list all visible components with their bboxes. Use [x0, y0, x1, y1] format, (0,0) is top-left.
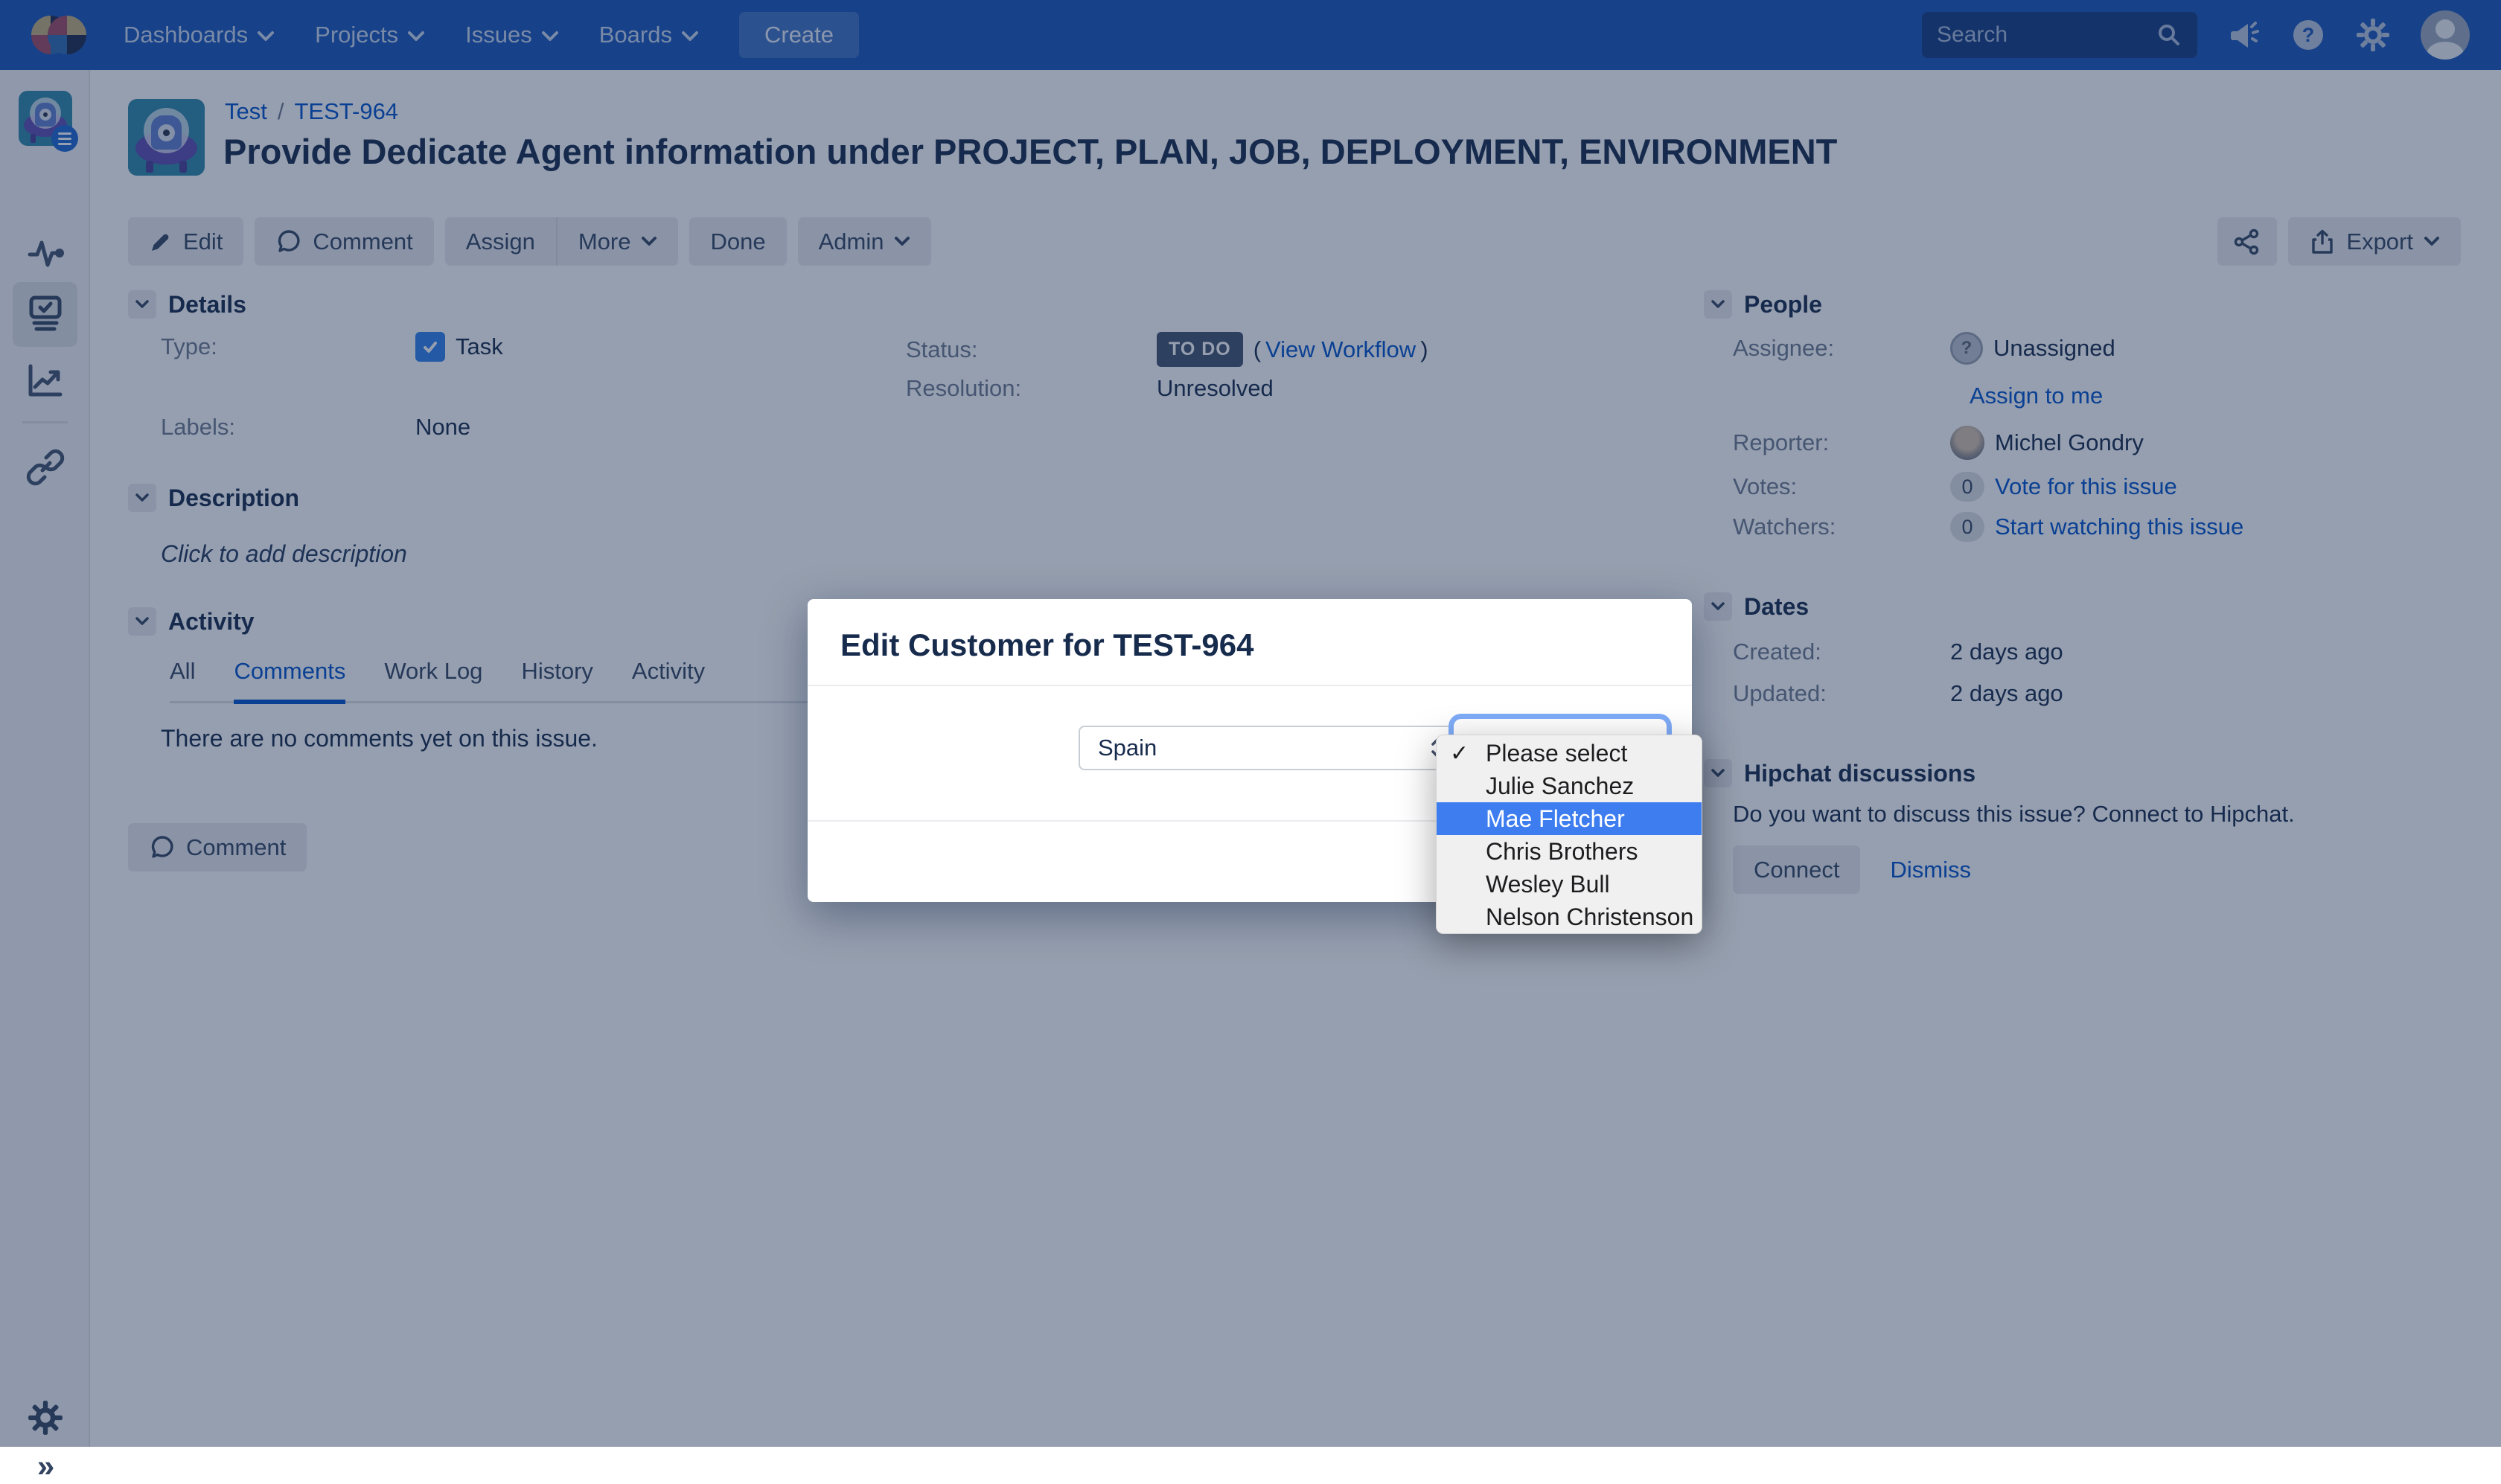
check-icon: ✓: [1450, 741, 1469, 767]
menu-option-julie-sanchez[interactable]: Julie Sanchez: [1437, 770, 1702, 802]
collapse-sidebar-icon[interactable]: »: [0, 1448, 90, 1484]
country-select[interactable]: Spain: [1079, 726, 1461, 770]
country-select-value: Spain: [1098, 735, 1157, 761]
menu-option-please-select[interactable]: ✓ Please select: [1437, 737, 1702, 770]
modal-title: Edit Customer for TEST-964: [840, 627, 1253, 663]
menu-option-mae-fletcher[interactable]: Mae Fletcher: [1437, 802, 1702, 835]
menu-option-wesley-bull[interactable]: Wesley Bull: [1437, 868, 1702, 901]
menu-option-nelson-christenson[interactable]: Nelson Christenson: [1437, 901, 1702, 933]
menu-option-chris-brothers[interactable]: Chris Brothers: [1437, 835, 1702, 868]
customer-dropdown-menu: ✓ Please select Julie Sanchez Mae Fletch…: [1436, 735, 1702, 934]
jira-issue-page: Dashboards Projects Issues Boards Create: [0, 0, 2501, 1447]
modal-header-divider: [808, 685, 1692, 686]
